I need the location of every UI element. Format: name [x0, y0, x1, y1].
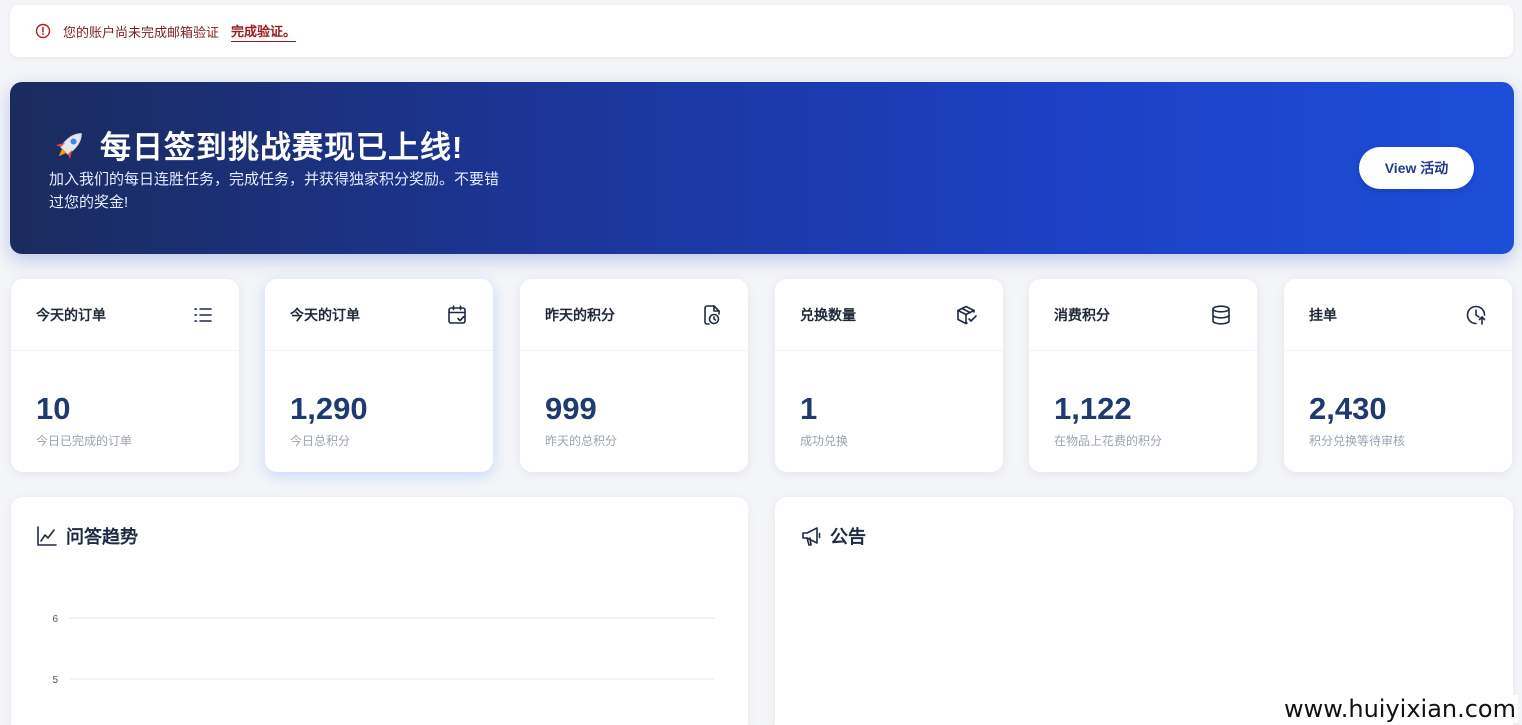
rocket-icon [50, 125, 90, 165]
stat-card-header: 今天的订单 [11, 279, 239, 351]
y-tick-label: 6 [52, 614, 58, 625]
box-check-icon [956, 304, 978, 326]
promo-banner: 每日签到挑战赛现已上线! 加入我们的每日连胜任务，完成任务，并获得独家积分奖励。… [10, 82, 1514, 254]
banner-title-row: 每日签到挑战赛现已上线! [50, 122, 463, 167]
stat-subtext: 今日已完成的订单 [36, 434, 133, 448]
stat-card-pending-orders[interactable]: 挂单 2,430 积分兑换等待审核 [1284, 279, 1512, 472]
stat-card-header: 挂单 [1284, 279, 1512, 351]
stat-card-today-points[interactable]: 今天的订单 1,290 今日总积分 [265, 279, 493, 472]
qa-trend-chart: 65 [52, 614, 715, 686]
stat-subtext: 成功兑换 [800, 434, 849, 448]
stat-subtext: 昨天的总积分 [545, 434, 618, 448]
qa-trend-panel: 问答趋势 65 [11, 497, 748, 725]
watermark: www.huiyixian.com [1282, 695, 1518, 723]
announcement-panel: 公告 [775, 497, 1513, 725]
stat-card-header: 兑换数量 [775, 279, 1003, 351]
stat-subtext: 积分兑换等待审核 [1309, 434, 1406, 448]
calendar-check-icon [446, 304, 468, 326]
stat-value: 1,290 [290, 391, 368, 426]
stat-card-spent-points[interactable]: 消费积分 1,122 在物品上花费的积分 [1029, 279, 1257, 472]
stat-label: 兑换数量 [800, 306, 856, 323]
stat-subtext: 今日总积分 [290, 434, 351, 448]
stat-card-yesterday-points[interactable]: 昨天的积分 999 昨天的总积分 [520, 279, 748, 472]
document-clock-icon [701, 304, 723, 326]
stat-card-redeem-count[interactable]: 兑换数量 1 成功兑换 [775, 279, 1003, 472]
stat-subtext: 在物品上花费的积分 [1054, 434, 1163, 448]
list-icon [192, 304, 214, 326]
stat-value: 10 [36, 391, 71, 426]
alert-message: 您的账户尚未完成邮箱验证 [63, 24, 220, 40]
alert-circle-icon [35, 23, 51, 39]
announcement-title: 公告 [830, 527, 866, 547]
banner-title: 每日签到挑战赛现已上线! [100, 130, 464, 165]
database-icon [1210, 304, 1232, 326]
stat-label: 今天的订单 [290, 306, 360, 323]
stat-value: 2,430 [1309, 391, 1387, 426]
stat-label: 挂单 [1309, 306, 1337, 323]
email-verification-alert: 您的账户尚未完成邮箱验证 完成验证。 [10, 5, 1513, 57]
stat-card-header: 昨天的积分 [520, 279, 748, 351]
banner-description: 加入我们的每日连胜任务，完成任务，并获得独家积分奖励。不要错过您的奖金! [49, 171, 500, 211]
stat-label: 消费积分 [1054, 306, 1110, 323]
stat-label: 今天的订单 [36, 306, 106, 323]
view-activity-button[interactable]: View 活动 [1359, 147, 1474, 189]
stat-value: 1,122 [1054, 391, 1132, 426]
clock-arrow-icon [1465, 304, 1487, 326]
stat-card-header: 消费积分 [1029, 279, 1257, 351]
stat-value: 1 [800, 391, 818, 426]
megaphone-icon [800, 525, 822, 547]
panel-title: 公告 [800, 523, 866, 549]
stat-value: 999 [545, 391, 597, 426]
stat-card-today-orders[interactable]: 今天的订单 10 今日已完成的订单 [11, 279, 239, 472]
verify-email-link[interactable]: 完成验证。 [231, 21, 297, 42]
y-tick-label: 5 [52, 675, 58, 686]
stat-label: 昨天的积分 [545, 306, 615, 323]
stat-card-header: 今天的订单 [265, 279, 493, 351]
